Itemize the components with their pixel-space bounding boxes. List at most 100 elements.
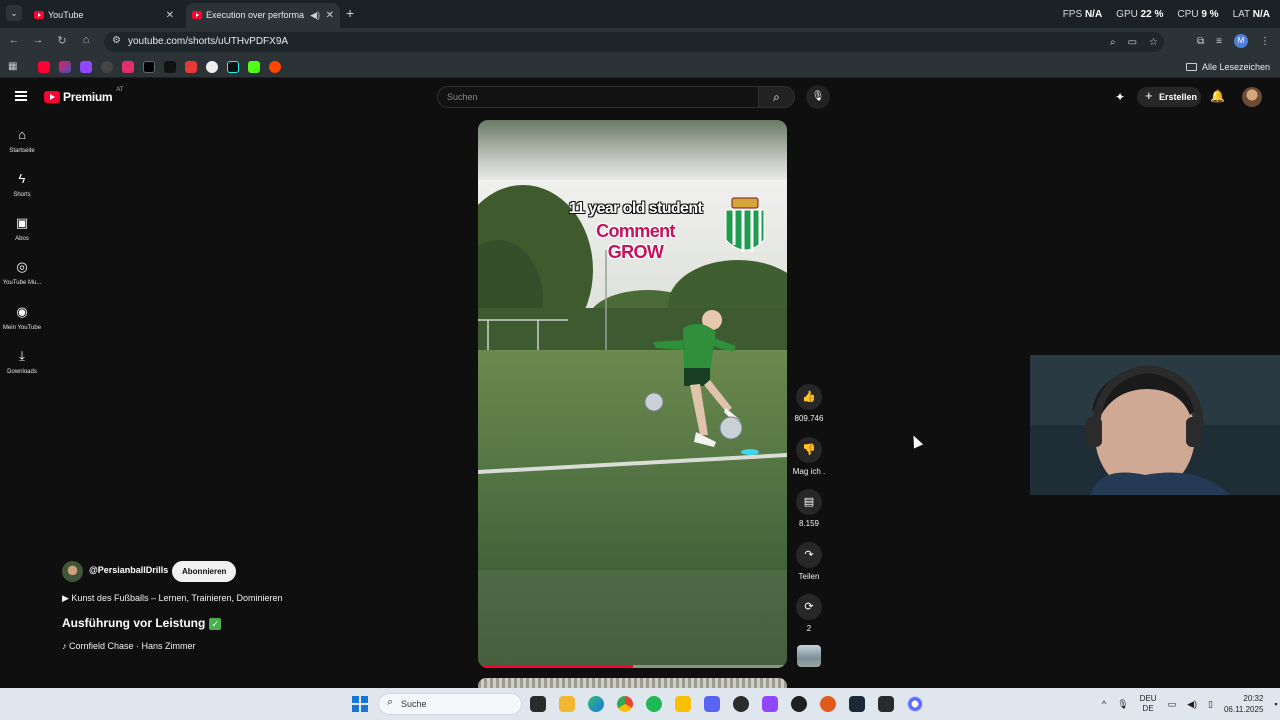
app-ring-icon[interactable] bbox=[907, 696, 923, 712]
account-avatar[interactable] bbox=[1242, 87, 1262, 107]
notification-center-icon[interactable]: ▪ bbox=[1274, 699, 1277, 709]
short-description[interactable]: ▶ Kunst des Fußballs – Lernen, Trainiere… bbox=[62, 593, 283, 604]
zoom-icon[interactable]: ⌕ bbox=[1110, 37, 1116, 48]
file-explorer-icon[interactable] bbox=[559, 696, 575, 712]
windows-start-icon[interactable] bbox=[352, 696, 368, 712]
home-icon[interactable]: ⌂ bbox=[78, 34, 94, 46]
browser-menu-icon[interactable]: ⋮ bbox=[1260, 36, 1270, 47]
share-label: Teilen bbox=[798, 572, 820, 581]
taskbar-search[interactable]: ⌕ Suche bbox=[378, 693, 522, 715]
back-icon[interactable]: ← bbox=[6, 34, 22, 46]
network-icon[interactable]: ▭ bbox=[1168, 699, 1177, 710]
remix-button[interactable]: ⟳ 2 bbox=[794, 594, 824, 633]
search-button[interactable]: ⌕ bbox=[759, 86, 795, 108]
dislike-button[interactable]: 👎 Mag ich . bbox=[793, 437, 825, 476]
bookmark-kick-icon[interactable] bbox=[248, 61, 260, 73]
guide-item-subscriptions[interactable]: ▣ Abos bbox=[0, 214, 44, 242]
chrome-icon[interactable] bbox=[617, 696, 633, 712]
bookmark-twitch-icon[interactable] bbox=[80, 61, 92, 73]
apps-grid-icon[interactable]: ▦ bbox=[8, 61, 17, 72]
guide-item-my-youtube[interactable]: ◉ Mein YouTube bbox=[0, 303, 44, 331]
youtube-masthead: Premium AT Suchen ⌕ 🎙 ✦ Erstellen 🔔 bbox=[0, 80, 1280, 116]
discord-icon[interactable] bbox=[704, 696, 720, 712]
tray-overflow-icon[interactable]: ^ bbox=[1102, 699, 1106, 709]
remix-count: 2 bbox=[806, 624, 812, 633]
like-button[interactable]: 👍 809.746 bbox=[794, 384, 824, 423]
comments-button[interactable]: ▤ 8.159 bbox=[794, 489, 824, 528]
channel-name[interactable]: @PersianballDrills bbox=[89, 565, 168, 575]
guide-item-home[interactable]: ⌂ Startseite bbox=[0, 126, 44, 154]
share-button[interactable]: ↷ Teilen bbox=[794, 542, 824, 581]
bookmark-star-icon[interactable]: ☆ bbox=[1149, 37, 1158, 48]
guide-item-downloads[interactable]: ⤓ Downloads bbox=[0, 347, 44, 375]
reload-icon[interactable]: ↻ bbox=[54, 34, 70, 47]
close-tab-icon[interactable]: ✕ bbox=[326, 3, 334, 28]
volume-icon[interactable]: ◀) bbox=[1187, 699, 1197, 710]
speaker-icon[interactable]: ◀) bbox=[310, 3, 320, 28]
folder-icon bbox=[1185, 63, 1197, 71]
search-icon: ⌕ bbox=[773, 90, 780, 104]
create-button[interactable]: Erstellen bbox=[1137, 86, 1201, 107]
tab-search-button[interactable]: ⌄ bbox=[6, 5, 22, 21]
voice-search-button[interactable]: 🎙 bbox=[806, 85, 830, 109]
battery-icon[interactable]: ▯ bbox=[1208, 699, 1213, 710]
spotify-icon[interactable] bbox=[646, 696, 662, 712]
url-text[interactable]: youtube.com/shorts/uUTHvPDFX9A bbox=[128, 32, 288, 52]
bookmark-reddit-icon[interactable] bbox=[269, 61, 281, 73]
bookmark-x-icon[interactable] bbox=[143, 61, 155, 73]
install-app-icon[interactable]: ▭ bbox=[1128, 37, 1137, 48]
channel-avatar[interactable] bbox=[62, 561, 83, 582]
media-controls-icon[interactable]: ≡ bbox=[1216, 36, 1222, 47]
bookmark-dark-icon[interactable] bbox=[101, 61, 113, 73]
guide-item-shorts[interactable]: ϟ Shorts bbox=[0, 170, 44, 198]
input-language[interactable]: DEU DE bbox=[1140, 694, 1157, 714]
bookmark-slash-icon[interactable] bbox=[164, 61, 176, 73]
bookmark-red-icon[interactable] bbox=[185, 61, 197, 73]
bookmark-multicolor-icon[interactable] bbox=[59, 61, 71, 73]
video-progress-bar[interactable] bbox=[478, 665, 787, 668]
all-bookmarks-button[interactable]: Alle Lesezeichen bbox=[1185, 56, 1270, 78]
thumbs-down-icon: 👎 bbox=[796, 437, 822, 463]
edge-icon[interactable] bbox=[588, 696, 604, 712]
app-orange-icon[interactable] bbox=[820, 696, 836, 712]
obs-icon[interactable] bbox=[733, 696, 749, 712]
profile-avatar[interactable]: M bbox=[1234, 34, 1248, 48]
comment-icon: ▤ bbox=[796, 489, 822, 515]
youtube-premium-logo[interactable]: Premium AT bbox=[44, 87, 124, 104]
tab-youtube[interactable]: YouTube ✕ bbox=[28, 3, 180, 28]
lat-stat: LAT N/A bbox=[1232, 8, 1270, 20]
microphone-icon[interactable]: 🎙 bbox=[1117, 699, 1128, 710]
rockstar-icon[interactable] bbox=[675, 696, 691, 712]
new-tab-button[interactable]: + bbox=[346, 5, 354, 21]
notifications-bell-icon[interactable]: 🔔 bbox=[1210, 89, 1225, 103]
shorts-video-player[interactable]: 11 year old student Comment GROW bbox=[478, 120, 787, 668]
steam-icon[interactable] bbox=[849, 696, 865, 712]
site-info-icon[interactable]: ⚙ bbox=[112, 35, 121, 46]
extensions-icon[interactable]: ⧉ bbox=[1197, 36, 1204, 47]
sound-thumbnail[interactable] bbox=[797, 645, 821, 667]
task-view-icon[interactable] bbox=[530, 696, 546, 712]
address-bar[interactable]: ⚙ youtube.com/shorts/uUTHvPDFX9A ⌕ ▭ ☆ bbox=[104, 32, 1164, 52]
performance-overlay: FPS N/A GPU 22 % CPU 9 % LAT N/A bbox=[1063, 0, 1270, 28]
app-dark-icon[interactable] bbox=[791, 696, 807, 712]
guide-item-youtube-music[interactable]: ◎ YouTube Mu... bbox=[0, 258, 44, 286]
bookmark-white-icon[interactable] bbox=[206, 61, 218, 73]
close-tab-icon[interactable]: ✕ bbox=[166, 3, 174, 28]
search-input[interactable]: Suchen bbox=[437, 86, 759, 108]
epic-games-icon[interactable] bbox=[878, 696, 894, 712]
bookmark-instagram-icon[interactable] bbox=[122, 61, 134, 73]
webcam-image bbox=[1030, 355, 1280, 495]
subscribe-button[interactable]: Abonnieren bbox=[172, 561, 237, 582]
short-title[interactable]: Ausführung vor Leistung ✓ bbox=[62, 616, 222, 630]
tab-execution-over-performance[interactable]: Execution over performance ◀) ✕ bbox=[186, 3, 340, 28]
menu-icon[interactable] bbox=[15, 91, 27, 101]
clock[interactable]: 20:32 06.11.2025 bbox=[1224, 693, 1263, 715]
studio-icon[interactable]: ✦ bbox=[1115, 90, 1125, 104]
gpu-stat: GPU 22 % bbox=[1116, 8, 1164, 20]
forward-icon[interactable]: → bbox=[30, 34, 46, 46]
twitch-icon[interactable] bbox=[762, 696, 778, 712]
bookmark-youtube-icon[interactable] bbox=[38, 61, 50, 73]
comment-count: 8.159 bbox=[798, 519, 820, 528]
bookmark-tiktok-icon[interactable] bbox=[227, 61, 239, 73]
music-link[interactable]: ♪ Cornfield Chase · Hans Zimmer bbox=[62, 641, 196, 651]
